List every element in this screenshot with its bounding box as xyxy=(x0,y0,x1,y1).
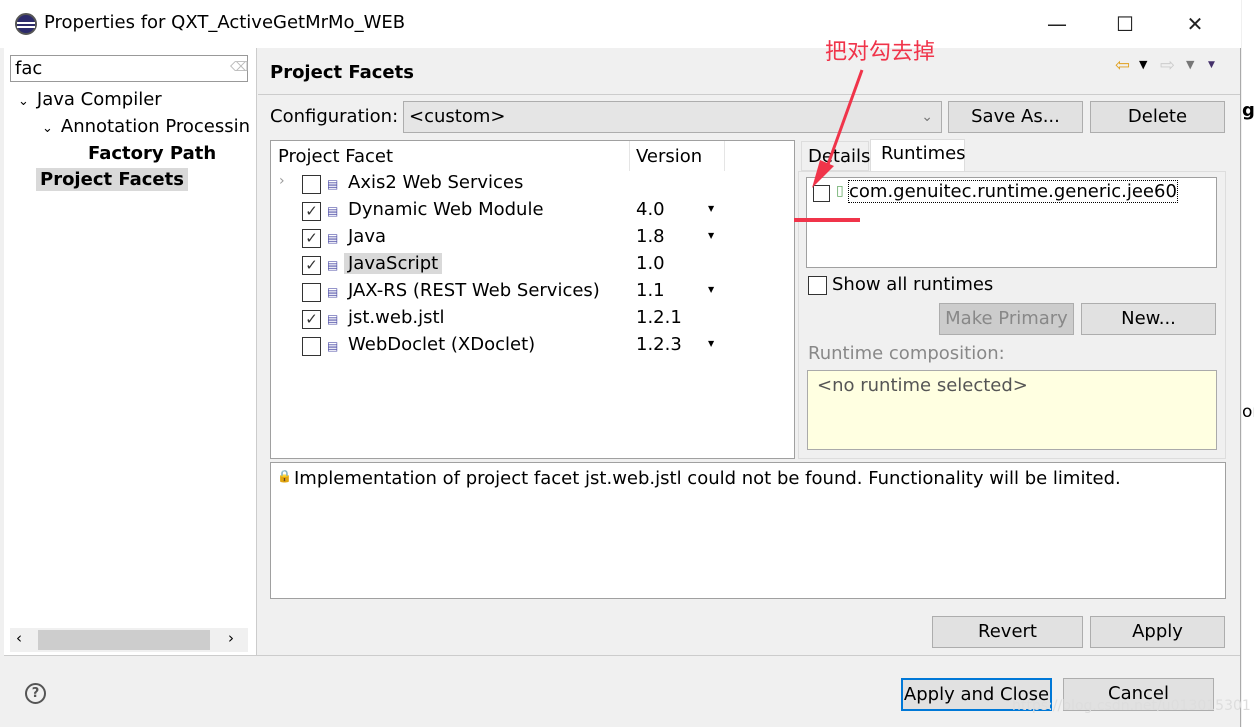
version-dropdown-icon[interactable]: ▼ xyxy=(708,339,714,348)
configuration-value: <custom> xyxy=(409,106,506,127)
back-icon[interactable]: ⇦ xyxy=(1115,55,1130,76)
apply-button[interactable]: Apply xyxy=(1090,616,1225,648)
save-as-button[interactable]: Save As... xyxy=(948,101,1083,133)
facet-icon: ▤ xyxy=(327,312,339,326)
window-title: Properties for QXT_ActiveGetMrMo_WEB xyxy=(44,12,406,33)
facet-row[interactable]: ✓ ▤ Dynamic Web Module 4.0 ▼ xyxy=(271,198,794,225)
facet-version[interactable]: 1.1 xyxy=(636,280,665,301)
page-title: Project Facets xyxy=(270,62,414,83)
runtime-composition-box: <no runtime selected> xyxy=(807,370,1217,450)
background-text: on xyxy=(1242,402,1254,422)
background-text: ge xyxy=(1242,100,1254,121)
facet-version[interactable]: 1.2.3 xyxy=(636,334,682,355)
facet-icon: ▤ xyxy=(327,285,339,299)
facet-name: WebDoclet (XDoclet) xyxy=(348,334,536,355)
revert-button[interactable]: Revert xyxy=(932,616,1083,648)
version-dropdown-icon[interactable]: ▼ xyxy=(708,285,714,294)
facet-icon: ▤ xyxy=(327,204,339,218)
scrollbar-thumb[interactable] xyxy=(38,630,210,650)
sidebar-item-java-compiler[interactable]: ⌄ Java Compiler xyxy=(18,89,162,110)
facet-icon: ▤ xyxy=(327,339,339,353)
facet-checkbox[interactable]: ✓ xyxy=(302,229,321,248)
facet-name: JAX-RS (REST Web Services) xyxy=(348,280,600,301)
runtime-composition-label: Runtime composition: xyxy=(808,343,1005,364)
facet-checkbox[interactable]: ✓ xyxy=(302,202,321,221)
view-menu-icon[interactable]: ▼ xyxy=(1208,60,1215,70)
sidebar-scrollbar[interactable]: ‹ › xyxy=(10,628,248,652)
close-button[interactable]: ✕ xyxy=(1172,6,1218,42)
facet-name: Java xyxy=(348,226,387,247)
annotation-arrow xyxy=(794,69,864,222)
message-area: 🔒 Implementation of project facet jst.we… xyxy=(270,462,1226,599)
column-header-version[interactable]: Version xyxy=(636,146,702,167)
eclipse-logo-icon xyxy=(15,13,37,35)
sidebar-item-annotation-processing[interactable]: ⌄ Annotation Processin xyxy=(42,116,250,137)
message-text: Implementation of project facet jst.web.… xyxy=(294,468,1121,489)
delete-button[interactable]: Delete xyxy=(1090,101,1225,133)
show-all-runtimes-checkbox[interactable] xyxy=(808,276,827,295)
forward-menu-icon[interactable]: ▼ xyxy=(1186,58,1194,71)
chevron-down-icon[interactable]: ⌄ xyxy=(42,121,53,136)
back-menu-icon[interactable]: ▼ xyxy=(1139,58,1147,71)
facet-name: JavaScript xyxy=(344,253,443,274)
clear-filter-icon[interactable]: ⌫ xyxy=(230,60,248,75)
version-dropdown-icon[interactable]: ▼ xyxy=(708,204,714,213)
scroll-left-icon[interactable]: ‹ xyxy=(16,629,22,647)
facet-row[interactable]: ▤ JAX-RS (REST Web Services) 1.1 ▼ xyxy=(271,279,794,306)
facet-name: jst.web.jstl xyxy=(348,307,445,328)
sidebar-item-label: Annotation Processin xyxy=(60,116,251,137)
facet-icon: ▤ xyxy=(327,258,339,272)
version-dropdown-icon[interactable]: ▼ xyxy=(708,231,714,240)
facet-icon: ▤ xyxy=(327,231,339,245)
minimize-button[interactable]: — xyxy=(1034,6,1080,42)
new-runtime-button[interactable]: New... xyxy=(1081,303,1216,335)
facet-version[interactable]: 1.2.1 xyxy=(636,307,682,328)
tab-runtimes[interactable]: Runtimes xyxy=(870,139,966,172)
expand-icon[interactable]: › xyxy=(279,173,285,189)
warning-lock-icon: 🔒 xyxy=(277,469,292,483)
facet-row[interactable]: › ▤ Axis2 Web Services xyxy=(271,171,794,198)
configuration-label: Configuration: xyxy=(270,106,399,127)
facet-version[interactable]: 4.0 xyxy=(636,199,665,220)
facet-icon: ▤ xyxy=(327,177,339,191)
facet-checkbox[interactable]: ✓ xyxy=(302,256,321,275)
facet-checkbox[interactable] xyxy=(302,283,321,302)
facet-row[interactable]: ✓ ▤ JavaScript 1.0 xyxy=(271,252,794,279)
maximize-button[interactable]: ☐ xyxy=(1102,6,1148,42)
filter-input[interactable]: fac xyxy=(10,55,248,82)
column-header-facet[interactable]: Project Facet xyxy=(278,146,393,167)
sidebar-item-project-facets[interactable]: Project Facets xyxy=(36,168,188,191)
facet-row[interactable]: ✓ ▤ Java 1.8 ▼ xyxy=(271,225,794,252)
watermark: https://blog.csdn.net/u013015301 xyxy=(1012,698,1251,714)
title-bar: Properties for QXT_ActiveGetMrMo_WEB — ☐… xyxy=(0,0,1241,48)
help-icon[interactable]: ? xyxy=(25,683,46,704)
facet-version[interactable]: 1.0 xyxy=(636,253,665,274)
facets-table: Project Facet Version › ▤ Axis2 Web Servic… xyxy=(270,140,795,459)
facet-checkbox[interactable] xyxy=(302,337,321,356)
facet-name: Dynamic Web Module xyxy=(348,199,544,220)
facet-checkbox[interactable] xyxy=(302,175,321,194)
facet-version[interactable]: 1.8 xyxy=(636,226,665,247)
scroll-right-icon[interactable]: › xyxy=(228,629,234,647)
sidebar xyxy=(4,48,257,655)
facet-checkbox[interactable]: ✓ xyxy=(302,310,321,329)
make-primary-button[interactable]: Make Primary xyxy=(939,303,1074,335)
forward-icon[interactable]: ⇨ xyxy=(1160,55,1175,76)
facet-row[interactable]: ▤ WebDoclet (XDoclet) 1.2.3 ▼ xyxy=(271,333,794,360)
facet-name: Axis2 Web Services xyxy=(348,172,524,193)
background-window: ge on xyxy=(1242,0,1254,727)
sidebar-item-label: Java Compiler xyxy=(36,89,162,110)
facet-row[interactable]: ✓ ▤ jst.web.jstl 1.2.1 xyxy=(271,306,794,333)
chevron-down-icon: ⌄ xyxy=(921,109,933,125)
sidebar-item-factory-path[interactable]: Factory Path xyxy=(88,143,216,164)
properties-dialog: Properties for QXT_ActiveGetMrMo_WEB — ☐… xyxy=(0,0,1241,727)
chevron-down-icon[interactable]: ⌄ xyxy=(18,94,29,109)
runtime-item[interactable]: com.genuitec.runtime.generic.jee60 xyxy=(848,180,1178,203)
show-all-runtimes-label[interactable]: Show all runtimes xyxy=(832,274,993,295)
